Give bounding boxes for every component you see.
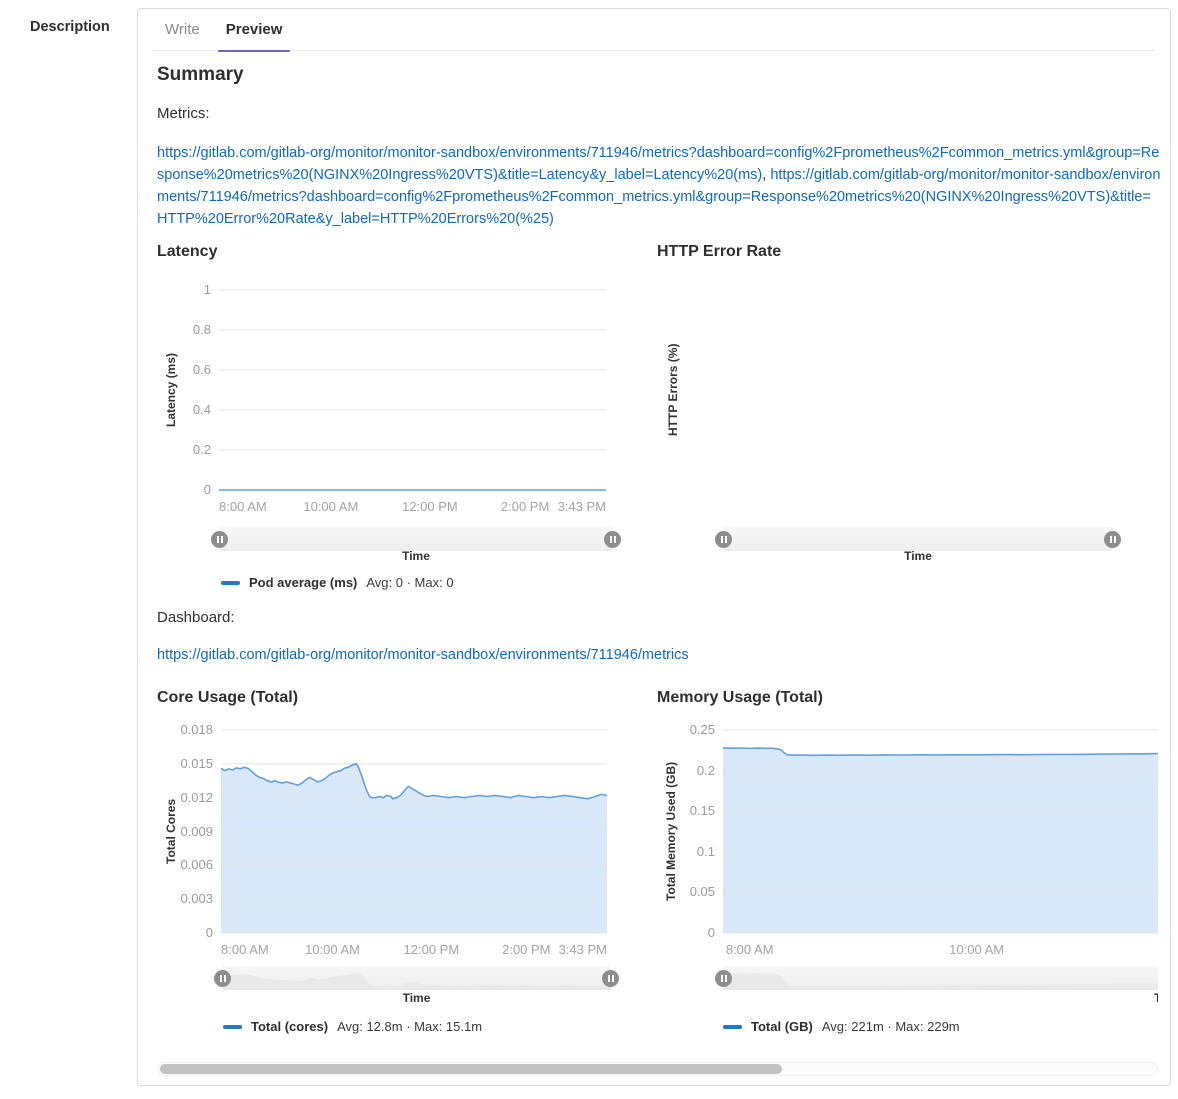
- x-tick-label: 3:43 PM: [558, 499, 606, 514]
- summary-heading: Summary: [157, 64, 244, 86]
- chart-title: Memory Usage (Total): [657, 689, 1158, 707]
- tab-preview[interactable]: Preview: [224, 9, 285, 51]
- legend-series-name: Pod average (ms): [249, 575, 357, 590]
- slider-minimap: [723, 966, 1158, 990]
- y-tick-label: 0.015: [157, 756, 213, 771]
- chart-title: HTTP Error Rate: [657, 243, 1137, 261]
- y-tick-label: 0.2: [157, 442, 211, 457]
- x-tick-row: 8:00 AM 10:00 AM 12:00 PM 2:00 PM 3:43 PM: [219, 499, 606, 515]
- plot-area: 00.050.10.150.20.258:00 AM10:00 AM: [657, 729, 1158, 969]
- x-axis-label: Time: [723, 549, 1113, 563]
- x-axis-label: Time: [222, 991, 611, 1005]
- x-axis-label: Time: [219, 549, 613, 563]
- chart-grid: [723, 729, 1158, 935]
- chart-title: Core Usage (Total): [157, 689, 637, 707]
- slider-handle-right[interactable]: [604, 531, 621, 548]
- description-panel: Write Preview Summary Metrics: https://g…: [137, 8, 1171, 1086]
- chart-grid: [221, 729, 607, 935]
- x-tick-row: 8:00 AM 10:00 AM: [723, 942, 1158, 958]
- y-tick-label: 1: [157, 282, 211, 297]
- legend-swatch: [223, 1025, 242, 1029]
- chart-memory-usage: Memory Usage (Total) Total Memory Used (…: [657, 685, 1158, 1037]
- y-tick-label: 0.1: [657, 844, 715, 859]
- y-tick-label: 0.003: [157, 891, 213, 906]
- x-tick-label: 8:00 AM: [726, 942, 774, 957]
- legend: Total (cores) Avg: 12.8m · Max: 15.1m: [223, 1019, 482, 1034]
- chart-title: Latency: [157, 243, 637, 261]
- y-tick-label: 0.6: [157, 362, 211, 377]
- slider-handle-left[interactable]: [214, 970, 231, 987]
- slider-handle-left[interactable]: [211, 531, 228, 548]
- x-tick-label: 8:00 AM: [219, 499, 267, 514]
- plot-area: 00.0030.0060.0090.0120.0150.0188:00 AM10…: [157, 729, 637, 969]
- slider-handle-right[interactable]: [602, 970, 619, 987]
- slider-handle-right[interactable]: [1104, 531, 1121, 548]
- chart-core-usage: Core Usage (Total) Total Cores 00.0030.0…: [157, 685, 637, 1037]
- plot-area: 00.20.40.60.818:00 AM10:00 AM12:00 PM2:0…: [157, 289, 637, 529]
- tab-write[interactable]: Write: [163, 9, 202, 51]
- legend-series-stats: Avg: 12.8m · Max: 15.1m: [337, 1019, 482, 1034]
- x-tick-label: 10:00 AM: [949, 942, 1004, 957]
- legend-series-stats: Avg: 221m · Max: 229m: [822, 1019, 960, 1034]
- metrics-links: https://gitlab.com/gitlab-org/monitor/mo…: [157, 142, 1161, 230]
- dashboard-label: Dashboard:: [157, 609, 235, 626]
- y-tick-label: 0.006: [157, 857, 213, 872]
- x-tick-label: 10:00 AM: [305, 942, 360, 957]
- description-label: Description: [30, 19, 110, 35]
- legend-swatch: [221, 581, 240, 585]
- time-range-slider[interactable]: [219, 527, 613, 551]
- y-tick-label: 0.05: [657, 884, 715, 899]
- x-tick-label: 12:00 PM: [404, 942, 460, 957]
- x-axis-label: Time: [723, 991, 1158, 1005]
- x-tick-row: 8:00 AM 10:00 AM 12:00 PM 2:00 PM 3:43 PM: [221, 942, 607, 958]
- horizontal-scrollbar-thumb[interactable]: [160, 1064, 782, 1074]
- chart-http-error-rate: HTTP Error Rate HTTP Errors (%) Time: [657, 239, 1137, 591]
- x-tick-label: 2:00 PM: [502, 942, 550, 957]
- legend: Pod average (ms) Avg: 0 · Max: 0: [221, 575, 454, 590]
- y-tick-label: 0.018: [157, 722, 213, 737]
- slider-minimap: [222, 966, 611, 990]
- x-tick-label: 8:00 AM: [221, 942, 269, 957]
- y-tick-label: 0: [157, 482, 211, 497]
- y-tick-label: 0.8: [157, 322, 211, 337]
- legend-series-name: Total (cores): [251, 1019, 328, 1034]
- slider-handle-left[interactable]: [715, 531, 732, 548]
- x-tick-label: 10:00 AM: [303, 499, 358, 514]
- y-tick-label: 0.15: [657, 803, 715, 818]
- markdown-tabbar: Write Preview: [154, 9, 1154, 51]
- dashboard-link-wrap: https://gitlab.com/gitlab-org/monitor/mo…: [157, 647, 689, 663]
- x-tick-label: 2:00 PM: [501, 499, 549, 514]
- legend: Total (GB) Avg: 221m · Max: 229m: [723, 1019, 960, 1034]
- y-tick-label: 0.4: [157, 402, 211, 417]
- y-tick-label: 0.009: [157, 824, 213, 839]
- y-axis-label: HTTP Errors (%): [665, 289, 681, 491]
- dashboard-link[interactable]: https://gitlab.com/gitlab-org/monitor/mo…: [157, 647, 689, 663]
- time-range-slider[interactable]: [723, 966, 1158, 990]
- y-tick-label: 0.012: [157, 790, 213, 805]
- chart-latency: Latency Latency (ms) 00.20.40.60.818:00 …: [157, 239, 637, 591]
- legend-swatch: [723, 1025, 742, 1029]
- x-tick-label: 3:43 PM: [559, 942, 607, 957]
- slider-handle-left[interactable]: [715, 970, 732, 987]
- chart-grid: [219, 289, 606, 492]
- y-tick-label: 0: [657, 925, 715, 940]
- y-tick-label: 0.25: [657, 722, 715, 737]
- time-range-slider[interactable]: [723, 527, 1113, 551]
- y-tick-label: 0.2: [657, 763, 715, 778]
- horizontal-scrollbar[interactable]: [157, 1062, 1158, 1076]
- legend-series-stats: Avg: 0 · Max: 0: [366, 575, 453, 590]
- time-range-slider[interactable]: [222, 966, 611, 990]
- metrics-label: Metrics:: [157, 105, 210, 122]
- y-tick-label: 0: [157, 925, 213, 940]
- x-tick-label: 12:00 PM: [402, 499, 458, 514]
- legend-series-name: Total (GB): [751, 1019, 813, 1034]
